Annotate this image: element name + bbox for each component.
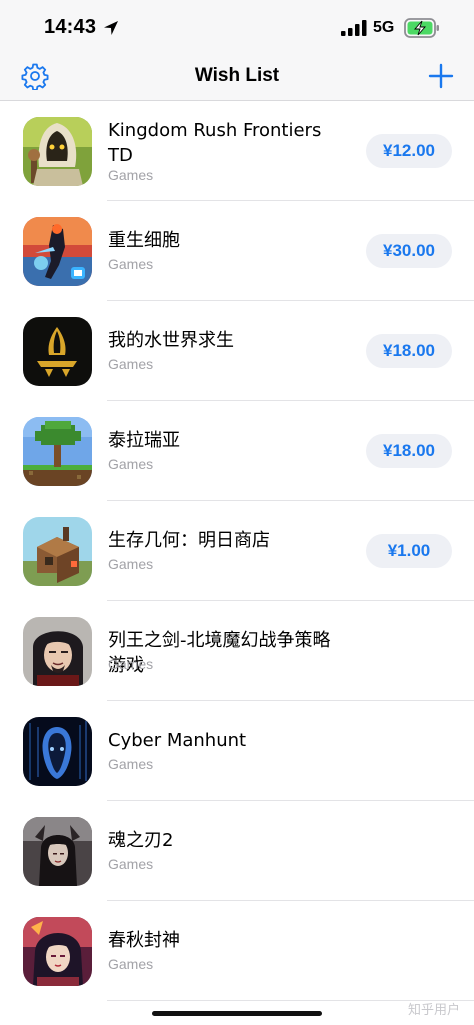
list-item[interactable]: 魂之刃2 Games: [0, 801, 474, 901]
app-screen: 14:43 5G Wish List Kingdom Rush Frontier…: [0, 0, 474, 1025]
dead-cells-icon: [23, 217, 92, 286]
page-title: Wish List: [194, 65, 280, 86]
survival-geometry-icon: [23, 517, 92, 586]
app-name: 泰拉瑞亚: [108, 430, 180, 451]
app-name: 春秋封神: [108, 930, 180, 951]
chunqiu-fengshen-icon: [23, 917, 92, 986]
kingdom-rush-icon: [23, 117, 92, 186]
app-category: Games: [108, 356, 154, 372]
cyber-manhunt-icon: [23, 717, 92, 786]
app-category: Games: [108, 656, 154, 672]
home-indicator[interactable]: [152, 1011, 322, 1016]
price-button[interactable]: ¥1.00: [366, 534, 452, 568]
wish-list: Kingdom Rush Frontiers TD Games ¥12.00 重…: [0, 101, 474, 1001]
app-category: Games: [108, 167, 154, 183]
watermark: 知乎用户: [407, 1003, 460, 1018]
app-category: Games: [108, 956, 154, 972]
app-category: Games: [108, 856, 154, 872]
app-name: Cyber Manhunt: [108, 730, 247, 751]
list-item[interactable]: 生存几何：明日商店 Games ¥1.00: [0, 501, 474, 601]
price-button[interactable]: ¥18.00: [366, 434, 452, 468]
list-item[interactable]: 春秋封神 Games: [0, 901, 474, 1001]
app-name: 魂之刃2: [108, 830, 174, 851]
app-name: 生存几何：明日商店: [108, 530, 270, 551]
navigation-bar: Wish List: [0, 56, 474, 101]
location-arrow-icon: [104, 21, 118, 35]
app-name: 重生细胞: [108, 230, 180, 251]
list-item[interactable]: Kingdom Rush Frontiers TD Games ¥12.00: [0, 101, 474, 201]
list-item[interactable]: 重生细胞 Games ¥30.00: [0, 201, 474, 301]
list-item[interactable]: 我的水世界求生 Games ¥18.00: [0, 301, 474, 401]
soul-blade-icon: [23, 817, 92, 886]
price-button[interactable]: ¥12.00: [366, 134, 452, 168]
list-item[interactable]: 泰拉瑞亚 Games ¥18.00: [0, 401, 474, 501]
battery-charging-icon: [404, 18, 439, 38]
status-time: 14:43: [44, 16, 97, 38]
cellular-signal-icon: [341, 20, 367, 36]
app-category: Games: [108, 756, 154, 772]
price-button[interactable]: ¥18.00: [366, 334, 452, 368]
app-name: Kingdom Rush Frontiers TD: [108, 120, 322, 166]
price-button[interactable]: ¥30.00: [366, 234, 452, 268]
app-name: 我的水世界求生: [108, 330, 234, 351]
list-item[interactable]: Cyber Manhunt Games: [0, 701, 474, 801]
app-category: Games: [108, 556, 154, 572]
app-category: Games: [108, 256, 154, 272]
water-world-icon: [23, 317, 92, 386]
status-bar: 14:43 5G: [0, 0, 474, 56]
terraria-icon: [23, 417, 92, 486]
app-category: Games: [108, 456, 154, 472]
list-item[interactable]: 列王之剑-北境魔幻战争策略游戏 Games: [0, 601, 474, 701]
plus-icon[interactable]: [428, 63, 454, 89]
network-type: 5G: [373, 19, 395, 36]
sword-of-kings-icon: [23, 617, 92, 686]
